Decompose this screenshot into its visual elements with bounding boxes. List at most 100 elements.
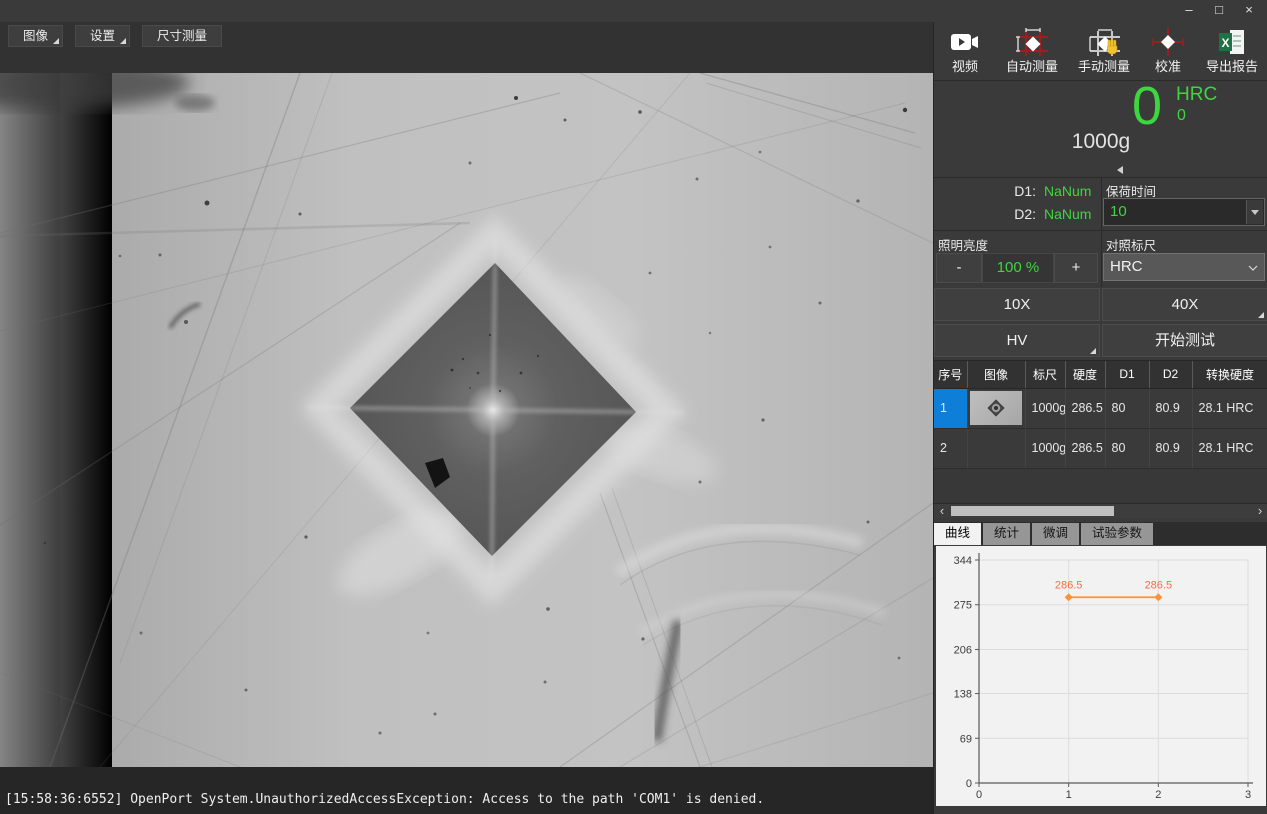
export-report-label: 导出报告: [1206, 59, 1258, 74]
row1-converted-cell[interactable]: 28.1 HRC: [1192, 388, 1267, 428]
svg-text:0: 0: [966, 778, 972, 790]
table-hscrollbar[interactable]: ‹ ›: [934, 503, 1267, 518]
window-controls: – □ ×: [1177, 1, 1261, 20]
objective-40x-button[interactable]: 40X: [1102, 288, 1267, 321]
svg-text:X: X: [1221, 36, 1229, 50]
row2-d1-cell[interactable]: 80: [1105, 428, 1149, 468]
scale-mode-label: HV: [1007, 332, 1028, 349]
row1-no-cell[interactable]: 1: [934, 388, 967, 428]
tab-curve[interactable]: 曲线: [934, 523, 981, 545]
video-button[interactable]: 视频: [934, 22, 996, 78]
table-row[interactable]: 2 1000g 286.5 80 80.9 28.1 HRC: [934, 428, 1267, 468]
result-display: 0 HRC 0 1000g: [934, 80, 1267, 178]
collapse-arrow-icon[interactable]: [1117, 166, 1123, 174]
title-bar: – □ ×: [0, 0, 1267, 22]
hardness-tester-app: – □ × 图像 设置 尺寸测量: [0, 0, 1267, 814]
curve-chart-panel: 0691382062753440123286.5286.5: [936, 546, 1266, 806]
reference-scale-label: 对照标尺: [1106, 235, 1156, 254]
row2-no-cell[interactable]: 2: [934, 428, 967, 468]
scrollbar-thumb[interactable]: [951, 506, 1114, 516]
svg-text:344: 344: [954, 555, 972, 567]
row1-scale-cell[interactable]: 1000g: [1025, 388, 1065, 428]
manual-measure-button[interactable]: 手动测量: [1068, 22, 1140, 78]
menu-strip: 图像 设置 尺寸测量: [0, 22, 933, 73]
curve-chart-svg: 0691382062753440123286.5286.5: [936, 546, 1266, 806]
manual-measure-hand-icon: [1087, 27, 1121, 57]
dwell-time-dropdown-button[interactable]: [1246, 200, 1263, 224]
col-d2[interactable]: D2: [1149, 361, 1192, 388]
auto-measure-button[interactable]: 自动测量: [996, 22, 1068, 78]
objective-10x-button[interactable]: 10X: [934, 288, 1100, 321]
svg-text:1: 1: [1066, 789, 1072, 801]
dwell-time-combobox[interactable]: 10: [1103, 198, 1265, 226]
svg-text:3: 3: [1245, 789, 1251, 801]
calibrate-button[interactable]: 校准: [1140, 22, 1196, 78]
results-table: 序号 图像 标尺 硬度 D1 D2 转换硬度 1: [934, 361, 1267, 469]
col-d1[interactable]: D1: [1105, 361, 1149, 388]
thumbnail-diamond-icon: [987, 400, 1004, 417]
brightness-value: 100 %: [982, 253, 1054, 283]
row2-converted-cell[interactable]: 28.1 HRC: [1192, 428, 1267, 468]
row1-d1-cell[interactable]: 80: [1105, 388, 1149, 428]
reference-scale-combobox[interactable]: HRC: [1103, 253, 1265, 281]
indent-thumbnail: [970, 391, 1022, 425]
close-button[interactable]: ×: [1237, 1, 1261, 20]
menu-image-label: 图像: [23, 29, 48, 43]
svg-text:286.5: 286.5: [1145, 579, 1173, 591]
col-no[interactable]: 序号: [934, 361, 967, 388]
export-report-button[interactable]: X 导出报告: [1196, 22, 1267, 78]
tab-statistics[interactable]: 统计: [983, 523, 1030, 545]
svg-text:286.5: 286.5: [1055, 579, 1083, 591]
reference-scale-value: HRC: [1110, 258, 1143, 275]
menu-settings[interactable]: 设置: [75, 25, 130, 47]
svg-text:206: 206: [954, 644, 972, 656]
d2-label: D2:: [934, 206, 1036, 222]
menu-image[interactable]: 图像: [8, 25, 63, 47]
col-image[interactable]: 图像: [967, 361, 1025, 388]
col-converted[interactable]: 转换硬度: [1192, 361, 1267, 388]
divider: [1101, 231, 1102, 287]
d1-label: D1:: [934, 183, 1036, 199]
d1-value: NaNum: [1044, 183, 1091, 199]
scroll-right-icon[interactable]: ›: [1253, 504, 1267, 518]
start-test-button[interactable]: 开始测试: [1102, 324, 1267, 357]
results-table-container: 序号 图像 标尺 硬度 D1 D2 转换硬度 1: [934, 360, 1267, 503]
dwell-time-value: 10: [1110, 203, 1127, 220]
divider: [1101, 178, 1102, 230]
dropdown-corner-icon: [120, 38, 126, 44]
hardness-converted-value: 0: [1177, 107, 1186, 125]
menu-dimension-measure[interactable]: 尺寸测量: [142, 25, 222, 47]
row1-hardness-cell[interactable]: 286.5: [1065, 388, 1105, 428]
svg-text:69: 69: [960, 733, 972, 745]
table-row[interactable]: 1 1000g 286.5 80 80.9 28.1 HRC: [934, 388, 1267, 428]
tab-finetune[interactable]: 微调: [1032, 523, 1079, 545]
d2-readout: D2: NaNum: [934, 206, 1094, 222]
specimen-live-image[interactable]: [0, 73, 933, 767]
menu-settings-label: 设置: [90, 29, 115, 43]
objective-10x-label: 10X: [1004, 296, 1031, 313]
calibrate-label: 校准: [1155, 59, 1181, 74]
scale-mode-button[interactable]: HV: [934, 324, 1100, 357]
dropdown-corner-icon: [1090, 348, 1096, 354]
maximize-button[interactable]: □: [1207, 1, 1231, 20]
menu-row: 图像 设置 尺寸测量: [8, 25, 222, 47]
tab-test-parameters[interactable]: 试验参数: [1081, 523, 1153, 545]
row2-hardness-cell[interactable]: 286.5: [1065, 428, 1105, 468]
brightness-increase-button[interactable]: +: [1054, 253, 1098, 283]
minimize-button[interactable]: –: [1177, 1, 1201, 20]
row1-image-cell[interactable]: [967, 388, 1025, 428]
row2-d2-cell[interactable]: 80.9: [1149, 428, 1192, 468]
auto-measure-icon: [1015, 27, 1049, 57]
col-hardness[interactable]: 硬度: [1065, 361, 1105, 388]
svg-text:275: 275: [954, 600, 972, 612]
scroll-left-icon[interactable]: ‹: [935, 504, 949, 518]
row2-scale-cell[interactable]: 1000g: [1025, 428, 1065, 468]
brightness-decrease-button[interactable]: -: [936, 253, 982, 283]
hardness-scale-label: HRC: [1176, 84, 1217, 106]
row2-image-cell[interactable]: [967, 428, 1025, 468]
control-panel: 视频 自动测量: [933, 22, 1267, 814]
col-scale[interactable]: 标尺: [1025, 361, 1065, 388]
objective-40x-label: 40X: [1172, 296, 1199, 313]
test-row: HV 开始测试: [934, 323, 1267, 359]
row1-d2-cell[interactable]: 80.9: [1149, 388, 1192, 428]
